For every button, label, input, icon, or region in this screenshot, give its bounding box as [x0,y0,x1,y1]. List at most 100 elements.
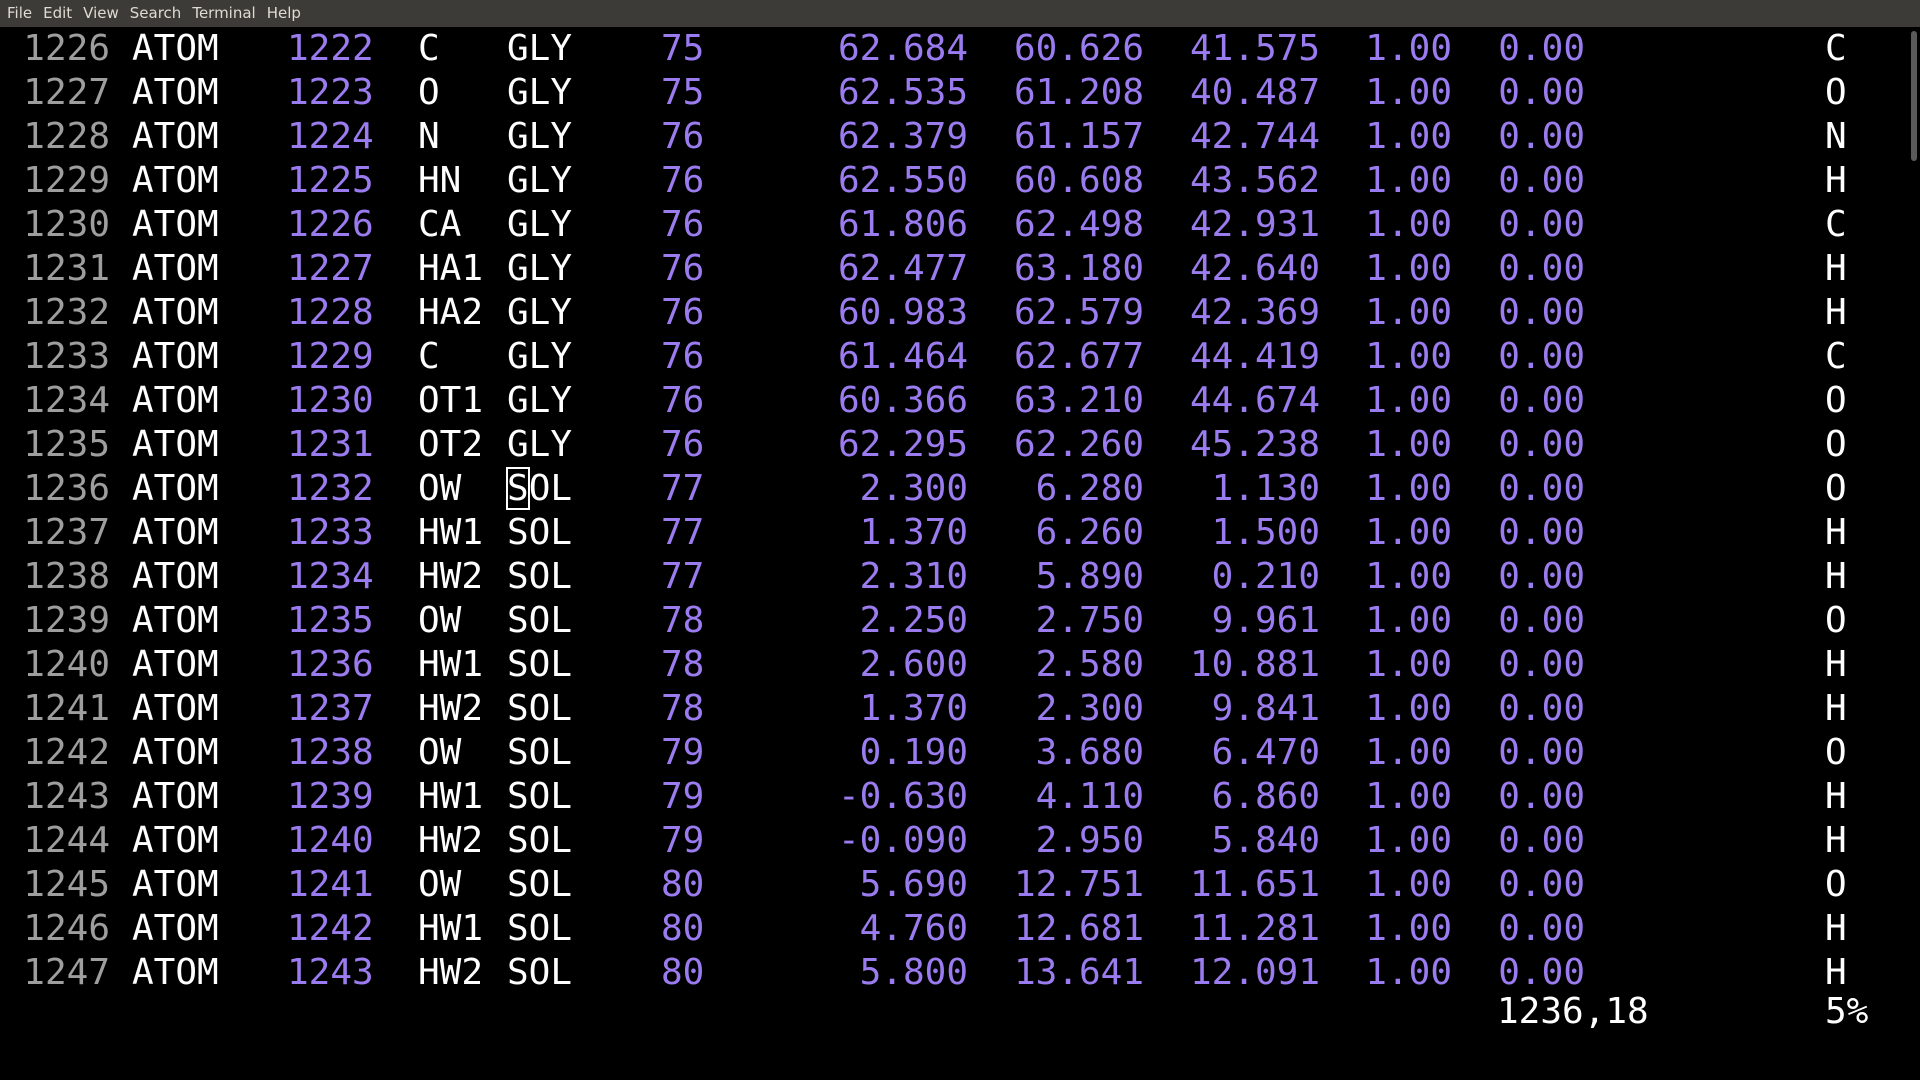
coord-x: 2.600 [859,644,968,685]
residue-name: SOL [507,908,573,949]
atom-serial: 1239 [287,776,374,817]
atom-name: OW [418,732,462,773]
terminal-scrollbar[interactable] [1908,27,1920,1080]
occupancy: 1.00 [1365,556,1452,597]
coord-z: 44.674 [1189,380,1320,421]
line-number: 1247 [23,952,110,993]
coord-z: 42.640 [1189,248,1320,289]
atom-name: O [418,72,440,113]
atom-name: HW1 [418,644,484,685]
residue-number: 78 [661,644,705,685]
element-symbol: C [1825,28,1847,69]
coord-x: 2.310 [859,556,968,597]
record-type: ATOM [132,336,219,377]
record-type: ATOM [132,776,219,817]
coord-y: 63.180 [1013,248,1144,289]
residue-name: SOL [507,864,573,905]
element-symbol: C [1825,336,1847,377]
occupancy: 1.00 [1365,688,1452,729]
temp-factor: 0.00 [1498,336,1585,377]
atom-serial: 1236 [287,644,374,685]
coord-x: 62.379 [837,116,968,157]
menu-terminal[interactable]: Terminal [189,0,263,27]
temp-factor: 0.00 [1498,116,1585,157]
element-symbol: H [1825,512,1847,553]
atom-name: HW1 [418,908,484,949]
residue-number: 75 [661,72,705,113]
atom-name: HW1 [418,512,484,553]
element-symbol: H [1825,908,1847,949]
line-number: 1236 [23,468,110,509]
line-number: 1245 [23,864,110,905]
menu-view[interactable]: View [80,0,127,27]
menu-file[interactable]: File [4,0,40,27]
residue-number: 76 [661,336,705,377]
coord-x: -0.630 [837,776,968,817]
atom-serial: 1243 [287,952,374,993]
temp-factor: 0.00 [1498,248,1585,289]
temp-factor: 0.00 [1498,160,1585,201]
residue-name: SOL [507,776,573,817]
line-number: 1228 [23,116,110,157]
coord-y: 63.210 [1013,380,1144,421]
coord-z: 11.651 [1189,864,1320,905]
residue-number: 77 [661,556,705,597]
terminal-line: 1236 ATOM 1232 OW SOL 77 2.300 6.280 1.130 1.00 0.… [0,467,1908,511]
residue-name: GLY [507,248,573,289]
atom-serial: 1237 [287,688,374,729]
text-cursor: S [506,467,530,510]
scrollbar-thumb[interactable] [1911,31,1917,161]
residue-name: SOL [507,952,573,993]
atom-name: OT1 [418,380,484,421]
terminal-line: 1229 ATOM 1225 HN GLY 76 62.550 60.608 43.562 1.0… [0,159,1908,203]
temp-factor: 0.00 [1498,556,1585,597]
record-type: ATOM [132,468,219,509]
coord-z: 6.860 [1211,776,1320,817]
terminal-line: 1226 ATOM 1222 C GLY 75 62.684 60.626 41.575 1.00… [0,27,1908,71]
terminal-line: 1233 ATOM 1229 C GLY 76 61.464 62.677 44.419 1.00… [0,335,1908,379]
atom-name: HW2 [418,820,484,861]
residue-number: 76 [661,380,705,421]
record-type: ATOM [132,908,219,949]
occupancy: 1.00 [1365,204,1452,245]
coord-y: 5.890 [1035,556,1144,597]
coord-z: 11.281 [1189,908,1320,949]
atom-name: OW [418,468,462,509]
temp-factor: 0.00 [1498,644,1585,685]
coord-x: 1.370 [859,688,968,729]
atom-serial: 1228 [287,292,374,333]
residue-number: 76 [661,116,705,157]
terminal-line: 1231 ATOM 1227 HA1 GLY 76 62.477 63.180 42.640 1.… [0,247,1908,291]
atom-serial: 1227 [287,248,374,289]
menu-edit[interactable]: Edit [40,0,80,27]
atom-serial: 1226 [287,204,374,245]
atom-name: CA [418,204,462,245]
atom-serial: 1230 [287,380,374,421]
line-number: 1233 [23,336,110,377]
line-number: 1229 [23,160,110,201]
menu-help[interactable]: Help [264,0,309,27]
atom-serial: 1242 [287,908,374,949]
terminal-text-area[interactable]: 1226 ATOM 1222 C GLY 75 62.684 60.626 41.575 1.00… [0,27,1908,1080]
atom-name: HA1 [418,248,484,289]
coord-y: 4.110 [1035,776,1144,817]
line-number: 1243 [23,776,110,817]
scroll-percent: 5% [1825,991,1869,1032]
terminal-line: 1243 ATOM 1239 HW1 SOL 79 -0.630 4.110 6.860 1.00… [0,775,1908,819]
menu-search[interactable]: Search [127,0,190,27]
terminal-line: 1246 ATOM 1242 HW1 SOL 80 4.760 12.681 11.281 1.0… [0,907,1908,951]
coord-y: 2.300 [1035,688,1144,729]
temp-factor: 0.00 [1498,952,1585,993]
atom-serial: 1231 [287,424,374,465]
line-number: 1226 [23,28,110,69]
occupancy: 1.00 [1365,820,1452,861]
residue-name: GLY [507,72,573,113]
residue-name: SOL [506,467,573,510]
residue-number: 76 [661,292,705,333]
atom-name: OW [418,864,462,905]
temp-factor: 0.00 [1498,688,1585,729]
record-type: ATOM [132,160,219,201]
record-type: ATOM [132,864,219,905]
residue-name: GLY [507,292,573,333]
occupancy: 1.00 [1365,644,1452,685]
